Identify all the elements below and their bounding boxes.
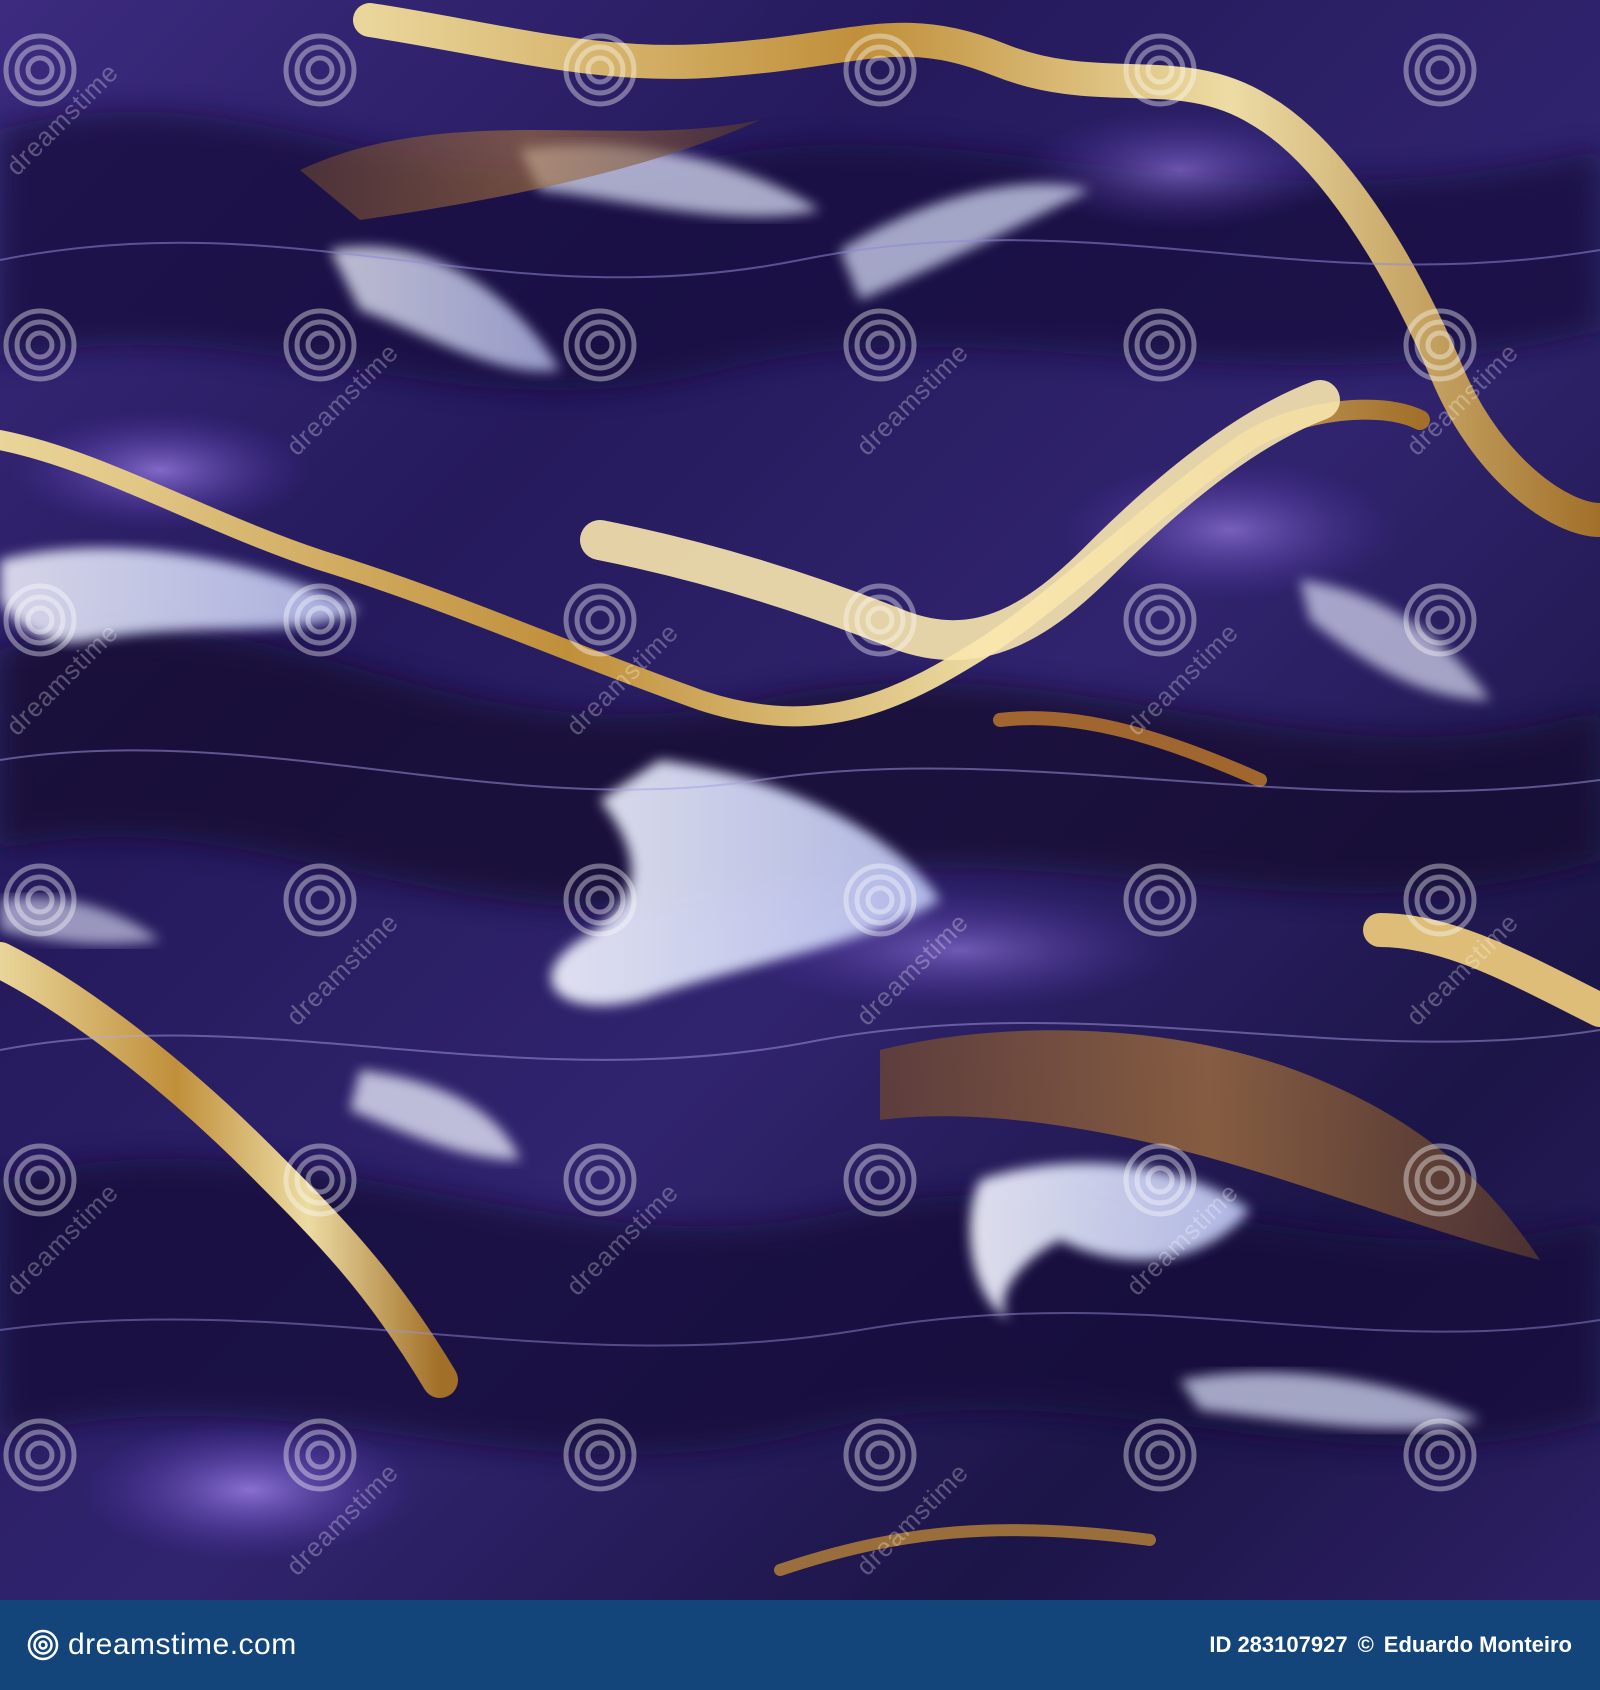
brand-name: dreamstime.com xyxy=(68,1628,297,1661)
image-viewer: dreamstime dreamstime dreamstime dreamstime… xyxy=(0,0,1600,1690)
brand-link[interactable]: dreamstime.com xyxy=(26,1628,297,1662)
image-credit: ID 283107927 © Eduardo Monteiro xyxy=(1209,1632,1572,1658)
author-name: Eduardo Monteiro xyxy=(1383,1632,1572,1657)
stock-footer-bar: dreamstime.com ID 283107927 © Eduardo Mo… xyxy=(0,1600,1600,1690)
abstract-wave-artwork xyxy=(0,0,1600,1600)
copyright-symbol: © xyxy=(1357,1632,1374,1657)
image-id: ID 283107927 xyxy=(1209,1632,1348,1657)
spiral-icon xyxy=(27,1629,59,1661)
